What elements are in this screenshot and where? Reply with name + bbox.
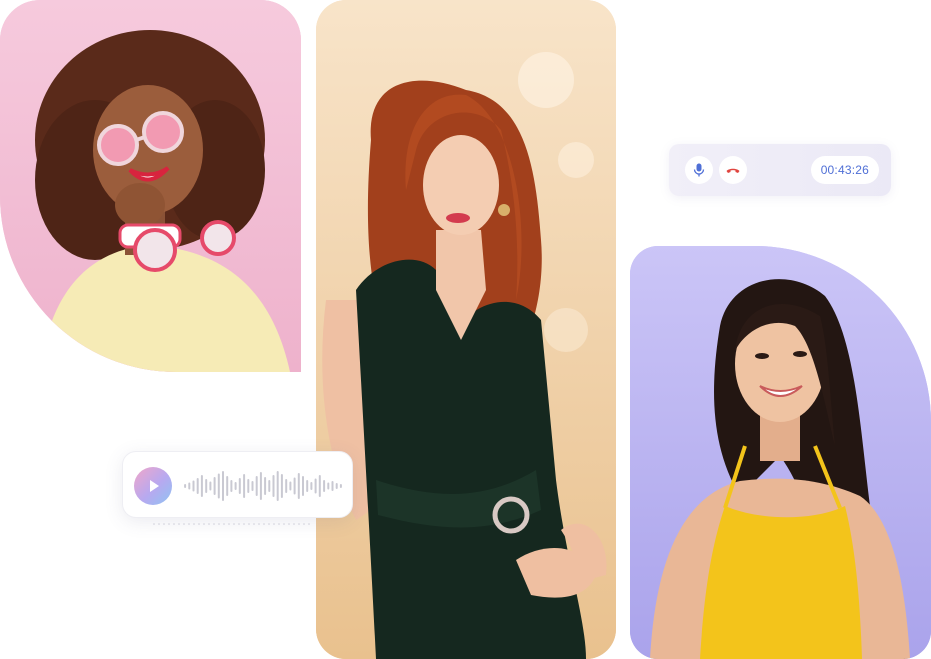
waveform-bar bbox=[339, 484, 342, 488]
waveform-bar bbox=[297, 473, 300, 499]
person-photo-long-dark-hair bbox=[630, 246, 931, 659]
waveform-bar bbox=[209, 481, 212, 491]
video-tile-left[interactable] bbox=[0, 0, 301, 372]
progress-dot bbox=[288, 523, 290, 525]
waveform-bar bbox=[323, 480, 326, 492]
progress-dot bbox=[193, 523, 195, 525]
waveform-bar bbox=[188, 482, 191, 490]
voice-message-card bbox=[122, 451, 353, 518]
progress-dot bbox=[243, 523, 245, 525]
progress-dot bbox=[238, 523, 240, 525]
waveform-bar bbox=[238, 478, 241, 494]
progress-dot bbox=[308, 523, 310, 525]
progress-dot bbox=[213, 523, 215, 525]
progress-dot bbox=[283, 523, 285, 525]
progress-dot bbox=[153, 523, 155, 525]
progress-dot bbox=[303, 523, 305, 525]
waveform-bar bbox=[226, 476, 229, 496]
waveform-bar bbox=[213, 477, 216, 495]
mute-button[interactable] bbox=[685, 156, 713, 184]
waveform-bar bbox=[285, 479, 288, 493]
progress-dot bbox=[253, 523, 255, 525]
waveform-bar bbox=[192, 480, 195, 492]
waveform-bar bbox=[255, 476, 258, 496]
audio-progress-dots bbox=[153, 523, 310, 525]
person-photo-red-hair bbox=[316, 0, 616, 659]
progress-dot bbox=[263, 523, 265, 525]
waveform-bar bbox=[272, 475, 275, 497]
waveform-bar bbox=[268, 480, 271, 492]
call-control-bar: 00:43:26 bbox=[669, 144, 891, 196]
waveform-bar bbox=[331, 481, 334, 491]
waveform-bar bbox=[335, 483, 338, 489]
phone-hangup-icon bbox=[726, 168, 740, 173]
progress-dot bbox=[198, 523, 200, 525]
progress-dot bbox=[163, 523, 165, 525]
waveform-bar bbox=[293, 477, 296, 495]
waveform-bar bbox=[327, 482, 330, 490]
waveform-bar bbox=[205, 479, 208, 493]
progress-dot bbox=[183, 523, 185, 525]
waveform-bar bbox=[280, 474, 283, 498]
waveform-bar bbox=[314, 478, 317, 494]
progress-dot bbox=[298, 523, 300, 525]
microphone-icon bbox=[693, 163, 705, 177]
waveform-bar bbox=[302, 476, 304, 496]
progress-dot bbox=[228, 523, 230, 525]
progress-dot bbox=[178, 523, 180, 525]
progress-dot bbox=[188, 523, 190, 525]
waveform-bar bbox=[217, 473, 220, 499]
progress-dot bbox=[293, 523, 295, 525]
call-timer: 00:43:26 bbox=[810, 156, 879, 184]
waveform-bar bbox=[230, 480, 233, 492]
progress-dot bbox=[223, 523, 225, 525]
progress-dot bbox=[258, 523, 260, 525]
play-button[interactable] bbox=[134, 467, 172, 505]
waveform-bar bbox=[289, 481, 292, 491]
end-call-button[interactable] bbox=[719, 156, 747, 184]
waveform-bar bbox=[243, 474, 246, 498]
progress-dot bbox=[278, 523, 280, 525]
progress-dot bbox=[203, 523, 205, 525]
progress-dot bbox=[268, 523, 270, 525]
waveform-bar bbox=[196, 478, 199, 494]
person-photo-curly-hair bbox=[0, 0, 301, 372]
waveform-bar bbox=[200, 475, 203, 497]
progress-dot bbox=[218, 523, 220, 525]
audio-waveform[interactable] bbox=[183, 466, 343, 506]
progress-dot bbox=[248, 523, 250, 525]
waveform-bar bbox=[259, 472, 262, 500]
waveform-bar bbox=[318, 475, 321, 497]
waveform-bar bbox=[234, 482, 237, 490]
waveform-bar bbox=[222, 471, 224, 501]
video-tile-right[interactable] bbox=[630, 246, 931, 659]
play-icon bbox=[150, 480, 159, 492]
progress-dot bbox=[158, 523, 160, 525]
waveform-bar bbox=[306, 480, 309, 492]
video-tile-center[interactable] bbox=[316, 0, 616, 659]
waveform-bar bbox=[310, 482, 313, 490]
progress-dot bbox=[273, 523, 275, 525]
progress-dot bbox=[208, 523, 210, 525]
waveform-bar bbox=[184, 484, 187, 488]
progress-dot bbox=[168, 523, 170, 525]
waveform-bar bbox=[276, 471, 279, 501]
waveform-bar bbox=[264, 477, 267, 495]
waveform-bar bbox=[251, 481, 254, 491]
progress-dot bbox=[173, 523, 175, 525]
waveform-bar bbox=[247, 479, 250, 493]
progress-dot bbox=[233, 523, 235, 525]
